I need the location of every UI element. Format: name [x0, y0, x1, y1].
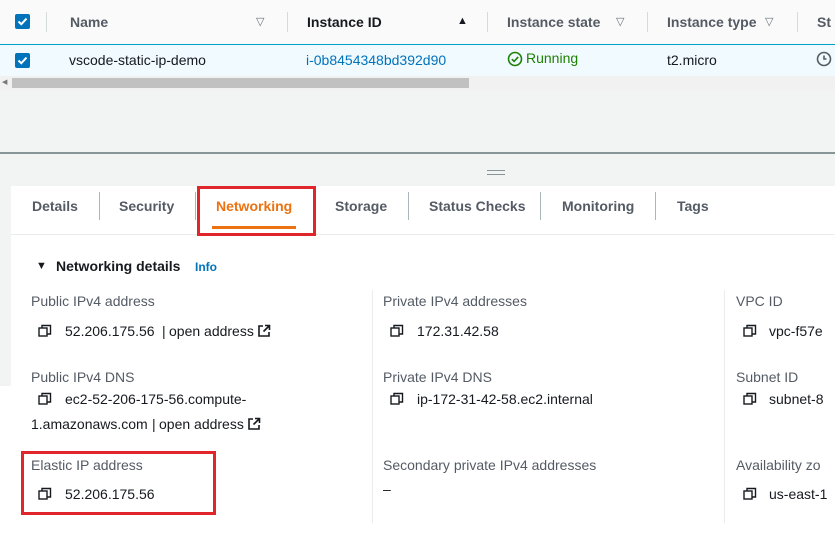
column-header-instance-state[interactable]: Instance state	[507, 0, 600, 44]
running-status-icon	[507, 51, 523, 72]
tab-tags[interactable]: Tags	[677, 186, 709, 226]
copy-icon[interactable]	[390, 392, 404, 411]
instance-id-link[interactable]: i-0b8454348bd392d90	[306, 45, 446, 76]
column-header-instance-type[interactable]: Instance type	[667, 0, 756, 44]
sort-state-icon[interactable]: ▽	[616, 15, 624, 28]
select-all-checkbox[interactable]	[15, 14, 30, 29]
private-dns-label: Private IPv4 DNS	[383, 369, 492, 385]
table-header: Name ▽ Instance ID ▲ Instance state ▽ In…	[0, 0, 835, 45]
row-checkbox[interactable]	[15, 53, 30, 68]
subnet-id-label: Subnet ID	[736, 369, 799, 385]
sort-name-icon[interactable]: ▽	[256, 15, 264, 28]
column-header-status-check[interactable]: St	[817, 0, 831, 44]
vpc-id-label: VPC ID	[736, 293, 783, 309]
tab-monitoring[interactable]: Monitoring	[562, 186, 634, 226]
tab-details[interactable]: Details	[32, 186, 78, 226]
scrollbar-thumb[interactable]	[12, 78, 469, 88]
table-empty-area	[0, 90, 835, 152]
copy-icon[interactable]	[390, 324, 404, 343]
copy-icon[interactable]	[743, 324, 757, 343]
instance-name-cell: vscode-static-ip-demo	[69, 52, 206, 68]
tab-security[interactable]: Security	[119, 186, 174, 226]
collapse-caret-icon[interactable]: ▼	[36, 260, 47, 272]
instance-type-cell: t2.micro	[667, 52, 717, 68]
networking-details-title[interactable]: Networking details	[56, 258, 180, 274]
private-dns-value: ip-172-31-42-58.ec2.internal	[417, 391, 593, 407]
scroll-left-icon[interactable]: ◀	[2, 78, 7, 86]
drag-handle-icon[interactable]	[487, 170, 505, 171]
checkmark-icon	[17, 56, 28, 65]
public-dns-label: Public IPv4 DNS	[31, 369, 135, 385]
public-dns-value-line2: 1.amazonaws.com	[31, 416, 148, 432]
copy-icon[interactable]	[743, 487, 757, 506]
copy-icon[interactable]	[743, 392, 757, 411]
table-row[interactable]: vscode-static-ip-demo i-0b8454348bd392d9…	[0, 44, 835, 77]
open-address-link[interactable]: open address	[169, 323, 254, 339]
external-link-icon[interactable]	[247, 417, 261, 436]
secondary-private-ipv4-label: Secondary private IPv4 addresses	[383, 457, 597, 473]
secondary-private-ipv4-value: –	[383, 481, 391, 497]
subnet-id-link[interactable]: subnet-8	[769, 391, 823, 407]
public-ipv4-label: Public IPv4 address	[31, 293, 155, 309]
tab-status-checks[interactable]: Status Checks	[429, 186, 525, 226]
elastic-ip-highlight	[21, 451, 216, 515]
column-header-name[interactable]: Name	[70, 0, 108, 44]
panel-header-area	[0, 154, 835, 186]
tab-storage[interactable]: Storage	[335, 186, 387, 226]
sort-type-icon[interactable]: ▽	[765, 15, 773, 28]
public-ipv4-value[interactable]: 52.206.175.56	[65, 323, 155, 339]
instance-state-cell: Running	[526, 50, 579, 66]
open-address-link[interactable]: open address	[159, 416, 244, 432]
availability-zone-value: us-east-1	[769, 486, 828, 502]
info-link[interactable]: Info	[195, 260, 217, 274]
copy-icon[interactable]	[38, 392, 52, 411]
private-ipv4-value: 172.31.42.58	[417, 323, 499, 339]
checkmark-icon	[17, 17, 28, 26]
availability-zone-label: Availability zo	[736, 457, 821, 473]
vpc-id-link[interactable]: vpc-f57e	[769, 323, 823, 339]
public-dns-value-line1: ec2-52-206-175-56.compute-	[65, 391, 247, 407]
external-link-icon[interactable]	[257, 324, 271, 343]
sort-ascending-icon[interactable]: ▲	[457, 15, 468, 27]
column-header-instance-id[interactable]: Instance ID	[307, 0, 382, 44]
networking-tab-highlight	[197, 186, 316, 236]
copy-icon[interactable]	[38, 324, 52, 343]
status-check-icon	[816, 51, 832, 72]
private-ipv4-label: Private IPv4 addresses	[383, 293, 527, 309]
